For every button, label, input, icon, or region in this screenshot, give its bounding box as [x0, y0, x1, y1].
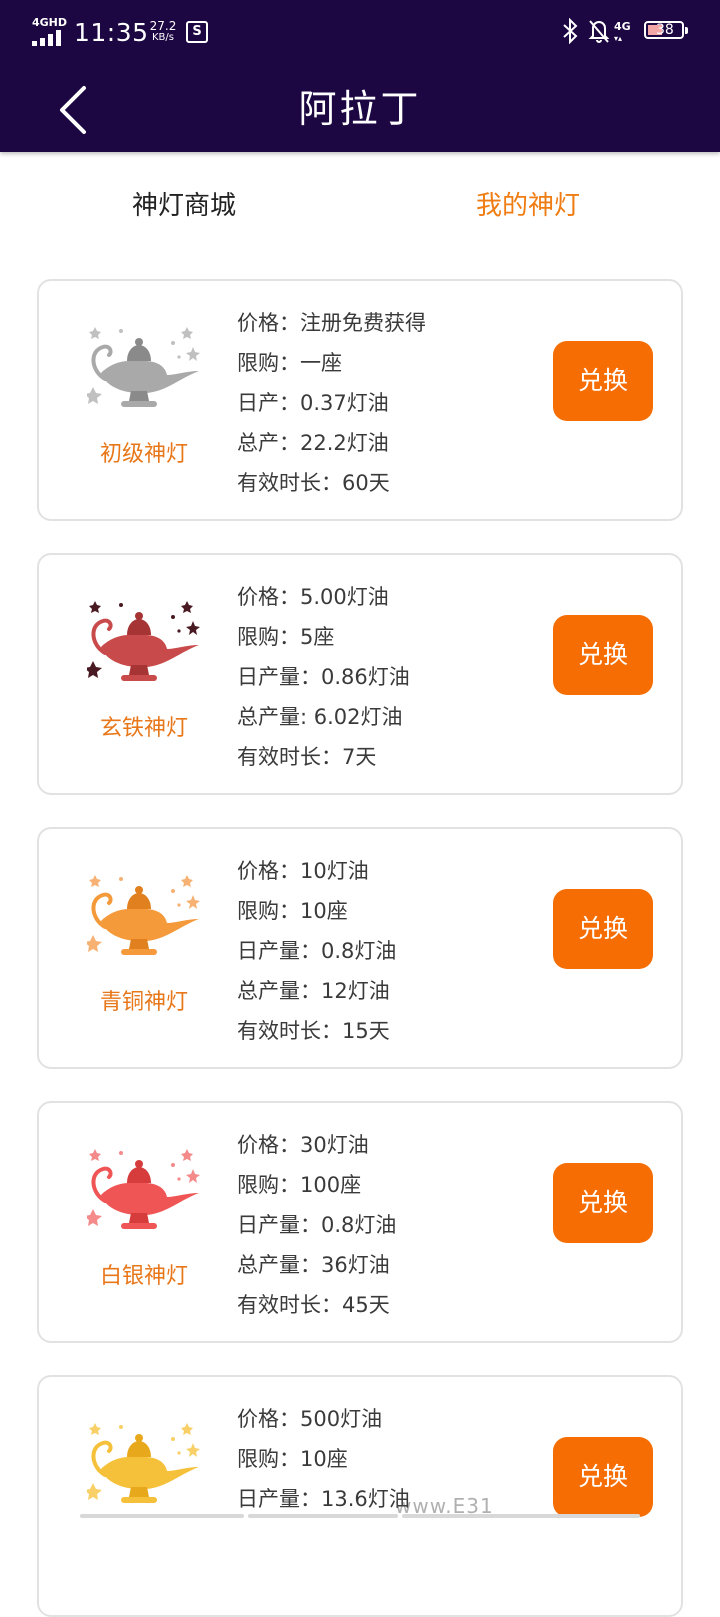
- lamp-info-line: 日产量：0.86灯油: [237, 665, 410, 689]
- lamp-info-line: 限购：10座: [237, 1447, 348, 1471]
- exchange-button[interactable]: 兑换: [553, 341, 653, 421]
- battery-level: 38: [656, 22, 674, 38]
- signal-indicator: 4GHD: [32, 14, 72, 48]
- lamp-info-line: 有效时长：7天: [237, 745, 377, 769]
- page-title: 阿拉丁: [298, 87, 422, 131]
- data-activity-icon: ▾▴: [614, 34, 623, 43]
- bottom-scroll-indicator: [80, 1514, 640, 1520]
- exchange-button[interactable]: 兑换: [553, 1437, 653, 1517]
- lamp-card-silver: 白银神灯 价格：30灯油 限购：100座日产量：0.8灯油 总产量：36灯油 有效时长：…: [37, 1101, 683, 1343]
- status-bar: 4GHD 11:35 27.2 KB/s S 4G ▾▴ 38: [0, 0, 720, 64]
- bluetooth-icon: [563, 18, 578, 44]
- lamp-card-gold: 价格：500灯油 限购：10座日产量：13.6灯油 兑换: [37, 1375, 683, 1617]
- notification-off-icon: [588, 20, 610, 43]
- lamp-info-line: 有效时长：60天: [237, 471, 390, 495]
- lamp-info-line: 总产：22.2灯油: [237, 431, 389, 455]
- lamp-info-line: 价格：500灯油: [237, 1407, 383, 1431]
- lamp-info-line: 日产量：13.6灯油: [237, 1487, 410, 1511]
- lamp-info-line: 有效时长：45天: [237, 1293, 390, 1317]
- exchange-button[interactable]: 兑换: [553, 1163, 653, 1243]
- lamp-card-bronze: 青铜神灯 价格：10灯油 限购：10座日产量：0.8灯油 总产量：12灯油 有效时长：1…: [37, 827, 683, 1069]
- lamp-info-line: 日产量：0.8灯油: [237, 939, 397, 963]
- network-type-label: 4GHD: [32, 16, 68, 29]
- status-time: 11:35: [74, 18, 149, 47]
- lamp-info-line: 价格：注册免费获得: [237, 311, 426, 335]
- lamp-info-line: 限购：5座: [237, 625, 335, 649]
- network-speed: 27.2 KB/s: [146, 20, 180, 44]
- lamp-info: 价格：5.00灯油 限购：5座日产量：0.86灯油 总产量: 6.02灯油 有效时长：…: [237, 577, 410, 777]
- lamp-card-basic: 初级神灯 价格：注册免费获得 限购：一座日产：0.37灯油 总产：22.2灯油 有效时长…: [37, 279, 683, 521]
- battery-icon: 38: [644, 21, 688, 39]
- network-speed-unit: KB/s: [152, 32, 174, 43]
- lamp-info-line: 价格：30灯油: [237, 1133, 369, 1157]
- lamp-card-black-iron: 玄铁神灯 价格：5.00灯油 限购：5座日产量：0.86灯油 总产量: 6.02灯油有…: [37, 553, 683, 795]
- exchange-button[interactable]: 兑换: [553, 889, 653, 969]
- lamp-name: 白银神灯: [99, 1264, 188, 1289]
- lamp-name: 青铜神灯: [99, 990, 188, 1015]
- lamp-info-line: 限购：10座: [237, 899, 348, 923]
- lamp-info-line: 有效时长：15天: [237, 1019, 390, 1043]
- magic-lamp-icon: [87, 1149, 200, 1229]
- app-header: 4GHD 11:35 27.2 KB/s S 4G ▾▴ 38 阿拉丁: [0, 0, 720, 152]
- lamp-info-line: 日产：0.37灯油: [237, 391, 389, 415]
- tab-lamp-shop[interactable]: 神灯商城: [132, 188, 236, 224]
- magic-lamp-icon: [87, 875, 200, 955]
- lamp-info: 价格：500灯油 限购：10座日产量：13.6灯油: [237, 1399, 410, 1519]
- lamp-info-line: 总产量：12灯油: [237, 979, 390, 1003]
- lamp-info-line: 限购：100座: [237, 1173, 362, 1197]
- magic-lamp-icon: [87, 1423, 200, 1503]
- watermark: www.E31: [395, 1494, 494, 1518]
- sim-icon: S: [186, 21, 208, 43]
- lamp-name: 初级神灯: [99, 442, 188, 467]
- lamp-info: 价格：30灯油 限购：100座日产量：0.8灯油 总产量：36灯油 有效时长：45天: [237, 1125, 396, 1325]
- lamp-info-line: 总产量：36灯油: [237, 1253, 390, 1277]
- tab-bar: 神灯商城 我的神灯: [0, 152, 720, 262]
- exchange-button[interactable]: 兑换: [553, 615, 653, 695]
- lamp-info: 价格：10灯油 限购：10座日产量：0.8灯油 总产量：12灯油 有效时长：15天: [237, 851, 396, 1051]
- network-4g-label: 4G: [614, 20, 631, 33]
- magic-lamp-icon: [87, 327, 200, 407]
- lamp-info-line: 日产量：0.8灯油: [237, 1213, 397, 1237]
- lamp-info: 价格：注册免费获得 限购：一座日产：0.37灯油 总产：22.2灯油 有效时长：60天: [237, 303, 426, 503]
- lamp-info-line: 价格：10灯油: [237, 859, 369, 883]
- signal-bars-icon: [32, 30, 66, 46]
- lamp-info-line: 价格：5.00灯油: [237, 585, 389, 609]
- lamp-name: 玄铁神灯: [99, 716, 188, 741]
- magic-lamp-icon: [87, 601, 200, 681]
- network-speed-value: 27.2: [149, 19, 177, 33]
- lamp-info-line: 限购：一座: [237, 351, 342, 375]
- tab-my-lamps[interactable]: 我的神灯: [476, 188, 580, 224]
- lamp-info-line: 总产量: 6.02灯油: [237, 705, 403, 729]
